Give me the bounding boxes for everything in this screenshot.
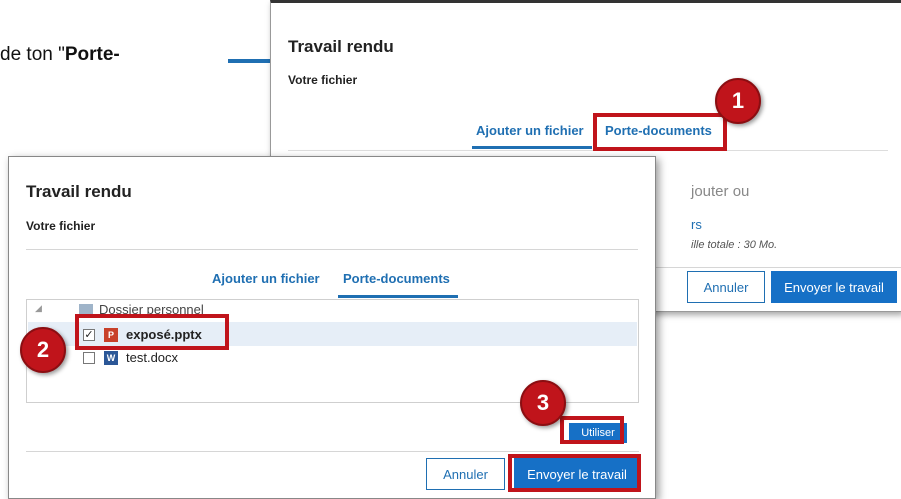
collapse-icon[interactable]: ◢ — [35, 303, 42, 314]
tab-add-file[interactable]: Ajouter un fichier — [212, 271, 320, 286]
tab-porte-documents[interactable]: Porte-documents — [343, 271, 450, 286]
browse-link[interactable]: rs — [691, 217, 702, 232]
tab-underline — [472, 146, 592, 149]
word-file-icon: W — [104, 351, 118, 365]
tab-underline — [338, 295, 458, 298]
cancel-button[interactable]: Annuler — [687, 271, 765, 303]
size-note: ille totale : 30 Mo. — [691, 239, 778, 251]
highlight-use-button — [560, 416, 624, 444]
cancel-button[interactable]: Annuler — [426, 458, 505, 490]
submit-work-button[interactable]: Envoyer le travail — [771, 271, 897, 303]
footer-divider — [651, 267, 901, 268]
instruction-text: de ton "Porte- — [0, 44, 120, 65]
highlight-porte-documents — [593, 113, 727, 151]
highlight-submit-button — [508, 454, 641, 492]
dialog-subtitle: Votre fichier — [288, 73, 358, 87]
header-divider — [26, 249, 638, 250]
file-checkbox[interactable] — [83, 352, 95, 364]
step-badge-3: 3 — [520, 380, 566, 426]
dialog-subtitle: Votre fichier — [26, 219, 96, 233]
footer-divider — [26, 451, 639, 452]
dialog-title: Travail rendu — [26, 182, 132, 201]
tab-add-file[interactable]: Ajouter un fichier — [476, 123, 584, 138]
step-badge-1: 1 — [715, 78, 761, 124]
highlight-selected-file — [75, 314, 229, 350]
dialog-title: Travail rendu — [288, 37, 394, 56]
step-badge-2: 2 — [20, 327, 66, 373]
drop-zone-text: jouter ou — [691, 183, 750, 200]
file-name[interactable]: test.docx — [126, 350, 178, 365]
